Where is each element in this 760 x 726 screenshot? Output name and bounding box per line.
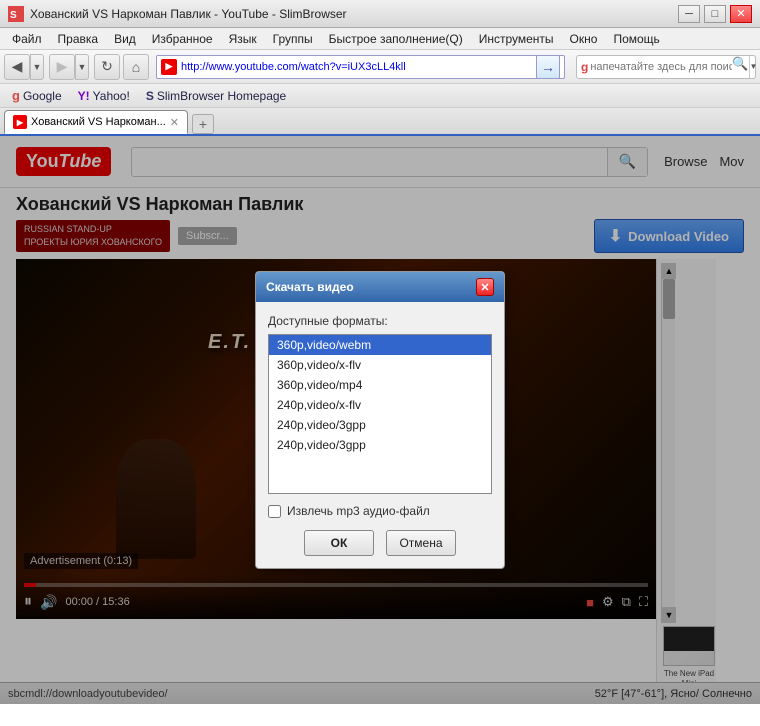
format-item-4[interactable]: 240p,video/x-flv xyxy=(269,395,491,415)
menu-lang[interactable]: Язык xyxy=(221,30,265,48)
menu-view[interactable]: Вид xyxy=(106,30,144,48)
forward-dropdown[interactable]: ▼ xyxy=(75,54,89,80)
modal-body: Доступные форматы: 360p,video/webm 360p,… xyxy=(256,302,504,568)
mp3-label: Извлечь mp3 аудио-файл xyxy=(287,504,430,518)
back-dropdown[interactable]: ▼ xyxy=(30,54,44,80)
bookmark-yahoo[interactable]: Y! Yahoo! xyxy=(74,87,134,105)
format-section-label: Доступные форматы: xyxy=(268,314,492,328)
browser-content: YouTube 🔍 Browse Mov Хованский VS Нарком… xyxy=(0,136,760,704)
format-item-1[interactable]: 360p,video/webm xyxy=(269,335,491,355)
download-modal: Скачать видео ✕ Доступные форматы: 360p,… xyxy=(255,271,505,569)
menu-favorites[interactable]: Избранное xyxy=(144,30,221,48)
svg-text:S: S xyxy=(10,10,17,21)
format-item-3[interactable]: 360p,video/mp4 xyxy=(269,375,491,395)
modal-title: Скачать видео xyxy=(266,280,354,294)
home-button[interactable]: ⌂ xyxy=(123,54,149,80)
modal-ok-button[interactable]: ОК xyxy=(304,530,374,556)
menu-help[interactable]: Помощь xyxy=(605,30,667,48)
toolbar: ◀ ▼ ▶ ▼ ↻ ⌂ ▶ → g 🔍 ▼ xyxy=(0,50,760,84)
app-icon: S xyxy=(8,6,24,22)
modal-cancel-button[interactable]: Отмена xyxy=(386,530,456,556)
go-button[interactable]: → xyxy=(536,55,560,79)
minimize-button[interactable]: ─ xyxy=(678,5,700,23)
mp3-checkbox[interactable] xyxy=(268,505,281,518)
menu-window[interactable]: Окно xyxy=(562,30,606,48)
tab-close-button[interactable]: ✕ xyxy=(170,116,179,129)
search-input[interactable] xyxy=(590,61,732,73)
format-item-5[interactable]: 240p,video/3gpp xyxy=(269,415,491,435)
back-button[interactable]: ◀ xyxy=(4,54,30,80)
menu-edit[interactable]: Правка xyxy=(50,30,107,48)
bookmark-yahoo-label: Yahoo! xyxy=(93,89,130,103)
format-listbox[interactable]: 360p,video/webm 360p,video/x-flv 360p,vi… xyxy=(268,334,492,494)
menu-tools[interactable]: Инструменты xyxy=(471,30,562,48)
bookmarks-bar: g Google Y! Yahoo! S SlimBrowser Homepag… xyxy=(0,84,760,108)
slimbrowser-icon: S xyxy=(146,89,154,103)
tabs-bar: ▶ Хованский VS Наркоман... ✕ + xyxy=(0,108,760,136)
close-button[interactable]: ✕ xyxy=(730,5,752,23)
modal-buttons: ОК Отмена xyxy=(268,530,492,556)
tab-label: Хованский VS Наркоман... xyxy=(31,116,166,128)
site-favicon: ▶ xyxy=(161,59,177,75)
menu-file[interactable]: Файл xyxy=(4,30,50,48)
menu-quickfill[interactable]: Быстрое заполнение(Q) xyxy=(321,30,471,48)
reload-button[interactable]: ↻ xyxy=(94,54,120,80)
bookmark-slimbrowser[interactable]: S SlimBrowser Homepage xyxy=(142,87,290,105)
menu-groups[interactable]: Группы xyxy=(265,30,321,48)
bookmark-slimbrowser-label: SlimBrowser Homepage xyxy=(157,89,286,103)
titlebar: S Хованский VS Наркоман Павлик - YouTube… xyxy=(0,0,760,28)
maximize-button[interactable]: □ xyxy=(704,5,726,23)
search-box: g 🔍 ▼ xyxy=(576,55,756,79)
search-engine-icon: g xyxy=(581,60,588,74)
yahoo-icon: Y! xyxy=(78,89,90,103)
mp3-checkbox-row: Извлечь mp3 аудио-файл xyxy=(268,504,492,518)
bookmark-google[interactable]: g Google xyxy=(8,86,66,105)
tab-youtube[interactable]: ▶ Хованский VS Наркоман... ✕ xyxy=(4,110,188,134)
bookmark-google-label: Google xyxy=(23,89,62,103)
window-title: Хованский VS Наркоман Павлик - YouTube -… xyxy=(30,7,678,21)
window-controls: ─ □ ✕ xyxy=(678,5,752,23)
menubar: Файл Правка Вид Избранное Язык Группы Бы… xyxy=(0,28,760,50)
address-bar: ▶ → xyxy=(156,55,565,79)
google-icon: g xyxy=(12,88,20,103)
tab-favicon: ▶ xyxy=(13,115,27,129)
search-button[interactable]: 🔍 xyxy=(732,56,748,78)
address-input[interactable] xyxy=(181,61,536,73)
new-tab-button[interactable]: + xyxy=(192,114,214,134)
search-dropdown[interactable]: ▼ xyxy=(749,56,758,78)
format-item-2[interactable]: 360p,video/x-flv xyxy=(269,355,491,375)
format-item-6[interactable]: 240p,video/3gpp xyxy=(269,435,491,455)
modal-overlay: Скачать видео ✕ Доступные форматы: 360p,… xyxy=(0,136,760,704)
forward-button[interactable]: ▶ xyxy=(49,54,75,80)
modal-close-button[interactable]: ✕ xyxy=(476,278,494,296)
modal-titlebar: Скачать видео ✕ xyxy=(256,272,504,302)
